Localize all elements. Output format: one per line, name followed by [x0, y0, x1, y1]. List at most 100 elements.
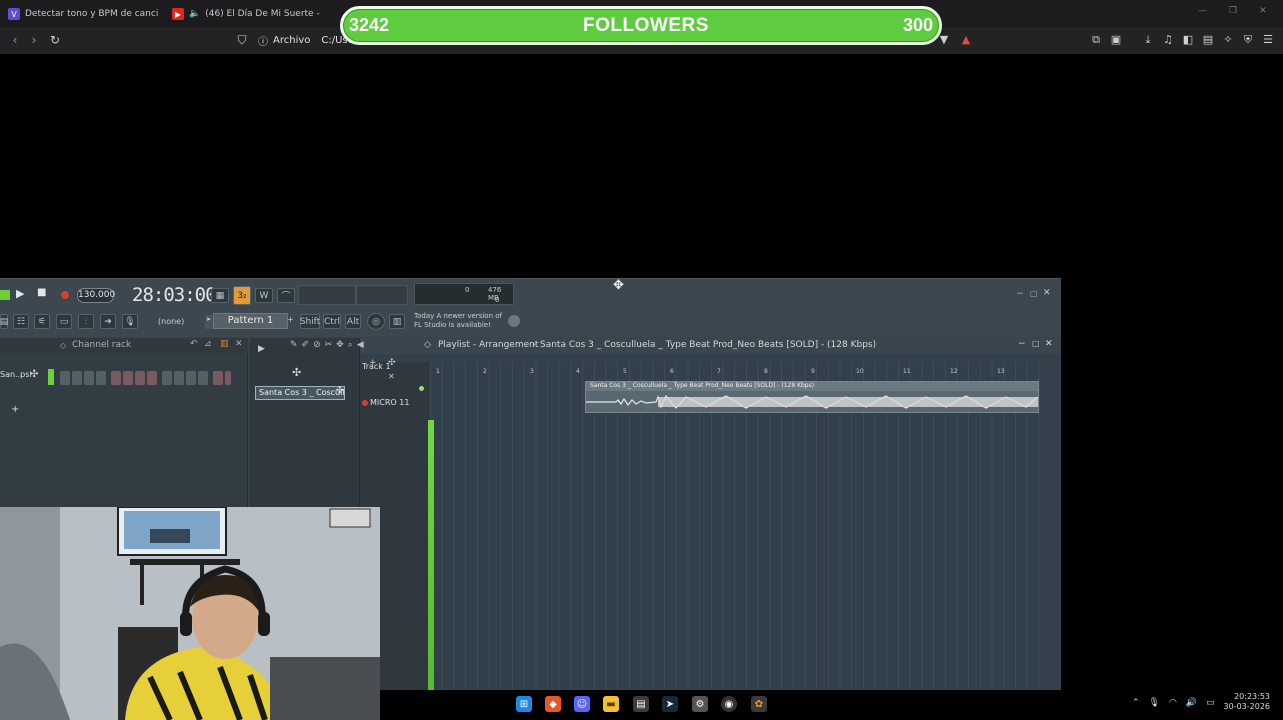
step-pad[interactable]: [60, 371, 70, 385]
metronome-icon[interactable]: ▦: [211, 288, 229, 303]
news-icon[interactable]: ▥: [389, 314, 405, 329]
step-pad[interactable]: [147, 371, 157, 385]
settings-icon[interactable]: ⚙: [692, 696, 708, 712]
channel-rack-arrows-icon: ◇: [60, 341, 67, 350]
wallet-icon[interactable]: ▤: [1200, 32, 1216, 48]
song-mode-icon[interactable]: [0, 290, 10, 300]
mic-icon[interactable]: 🎙: [1149, 698, 1160, 708]
fl-close-button[interactable]: ✕: [1043, 288, 1051, 298]
playlist-maximize-button[interactable]: ▢: [1032, 339, 1040, 348]
stop-button[interactable]: ■: [37, 287, 46, 298]
leo-icon[interactable]: ✧: [1220, 32, 1236, 48]
browser-icon[interactable]: ▭: [56, 314, 72, 329]
piano-roll-icon[interactable]: ⚟: [34, 314, 50, 329]
vpn-icon[interactable]: ⛨: [1240, 32, 1256, 48]
download-icon[interactable]: ⤓: [1140, 32, 1156, 48]
steam-icon[interactable]: ➤: [662, 696, 678, 712]
alt-key[interactable]: Alt: [345, 314, 361, 329]
tab-youtube[interactable]: ▶ 🔈 (46) El Día De Mi Suerte - Héctor: [172, 4, 322, 24]
graph-icon[interactable]: ⊿: [204, 339, 212, 349]
news-message[interactable]: Today A newer version of FL Studio is av…: [414, 312, 502, 330]
add-channel-icon[interactable]: +: [11, 404, 19, 415]
microphone-icon[interactable]: 🎙: [122, 314, 138, 329]
loop-record-icon[interactable]: ⌒: [277, 288, 295, 303]
playlist-minimize-button[interactable]: −: [1018, 339, 1026, 349]
music-icon[interactable]: ♫: [1160, 32, 1176, 48]
undo-icon[interactable]: ↶: [190, 339, 198, 349]
picker-selected-clip[interactable]: Santa Cos 3 _ Coscull...: [255, 386, 345, 400]
step-pad[interactable]: [174, 371, 184, 385]
online-icon[interactable]: ◎: [367, 313, 385, 330]
pattern-selector[interactable]: Pattern 1: [213, 313, 288, 329]
step-pad[interactable]: [213, 371, 223, 385]
brave-icon[interactable]: ◆: [545, 696, 561, 712]
channel-drag-icon[interactable]: ✣: [30, 369, 38, 380]
fl-minimize-button[interactable]: −: [1016, 289, 1024, 299]
step-pad[interactable]: [111, 371, 121, 385]
terminal-icon[interactable]: ▤: [633, 696, 649, 712]
track-row[interactable]: MICRO 11: [362, 398, 409, 407]
windows-icon[interactable]: ⊞: [516, 696, 532, 712]
step-pad[interactable]: [84, 371, 94, 385]
wait-icon[interactable]: W: [255, 288, 273, 303]
taskbar-clock[interactable]: 20:23:53 30-03-2026: [1212, 692, 1271, 712]
pattern-prev-icon[interactable]: ▸: [205, 315, 213, 329]
snap-select[interactable]: (none): [158, 317, 184, 326]
tab-detectar-tono[interactable]: V Detectar tono y BPM de canciones –: [8, 4, 158, 24]
tool-icon[interactable]: ▤: [0, 314, 8, 329]
update-icon[interactable]: [508, 315, 520, 327]
menu-icon[interactable]: ☰: [1260, 32, 1276, 48]
track-close-icon[interactable]: ✕: [388, 372, 395, 381]
fl-studio-icon[interactable]: ✿: [751, 696, 767, 712]
step-pad[interactable]: [198, 371, 208, 385]
step-pad[interactable]: [135, 371, 145, 385]
record-button[interactable]: [59, 289, 71, 301]
picker-arrow-icon[interactable]: ▶: [258, 344, 265, 354]
step-pad[interactable]: [186, 371, 196, 385]
step-icon[interactable]: ▥: [220, 339, 229, 349]
rewards-icon[interactable]: ▲: [958, 32, 974, 48]
step-pad[interactable]: [123, 371, 133, 385]
forward-icon[interactable]: ›: [25, 32, 43, 48]
record-arm-icon[interactable]: [362, 399, 368, 406]
step-pad[interactable]: [225, 371, 231, 385]
obs-icon[interactable]: ◉: [721, 696, 737, 712]
bookmark-icon[interactable]: ⛉: [233, 32, 251, 48]
playlist-close-button[interactable]: ✕: [1045, 339, 1053, 349]
wifi-icon[interactable]: ◠: [1169, 698, 1177, 708]
channel-rack-icon[interactable]: ➜: [100, 314, 116, 329]
reload-icon[interactable]: ↻: [46, 32, 64, 48]
shift-key[interactable]: Shift: [300, 314, 320, 329]
mixer-icon[interactable]: ⫶: [78, 314, 94, 329]
chevron-up-icon[interactable]: ⌃: [1132, 698, 1140, 708]
picker-move-icon[interactable]: ✣: [336, 386, 344, 396]
discord-icon[interactable]: ☺: [574, 696, 590, 712]
sidebar-icon[interactable]: ◧: [1180, 32, 1196, 48]
fl-maximize-button[interactable]: ▢: [1030, 289, 1038, 298]
back-icon[interactable]: ‹: [6, 32, 24, 48]
step-pad[interactable]: [162, 371, 172, 385]
audio-clip[interactable]: Santa Cos 3 _ Cosculluela _ Type Beat Pr…: [585, 381, 1039, 413]
channel-led[interactable]: [48, 369, 54, 385]
play-button[interactable]: ▶: [16, 287, 24, 300]
picker-drag-icon[interactable]: ✣: [292, 366, 301, 379]
maximize-button[interactable]: ❐: [1229, 6, 1237, 16]
rack-close-button[interactable]: ✕: [235, 339, 243, 349]
add-pattern-icon[interactable]: +: [287, 315, 295, 329]
volume-icon[interactable]: 🔊: [1186, 698, 1197, 708]
playlist-icon[interactable]: ☷: [13, 314, 29, 329]
minimize-button[interactable]: —: [1198, 6, 1207, 16]
step-pad[interactable]: [96, 371, 106, 385]
step-pad[interactable]: [72, 371, 82, 385]
playlist-tool-icons[interactable]: ✎✐⊘✂✥⌕◀: [290, 340, 368, 350]
screenshot-icon[interactable]: ▣: [1108, 32, 1124, 48]
extensions-icon[interactable]: ⧉: [1088, 32, 1104, 48]
timeline-ruler[interactable]: 1 2 3 4 5 6 7 8 9 10 11 12 13: [430, 368, 1043, 378]
ctrl-key[interactable]: Ctrl: [323, 314, 341, 329]
channel-name[interactable]: San..psi: [0, 370, 32, 379]
close-button[interactable]: ✕: [1259, 6, 1267, 16]
countdown-icon[interactable]: 3₂: [233, 286, 251, 305]
tempo-display[interactable]: 130.000: [77, 288, 115, 303]
folder-icon[interactable]: ▬: [603, 696, 619, 712]
track-name[interactable]: Track 1: [362, 362, 391, 371]
